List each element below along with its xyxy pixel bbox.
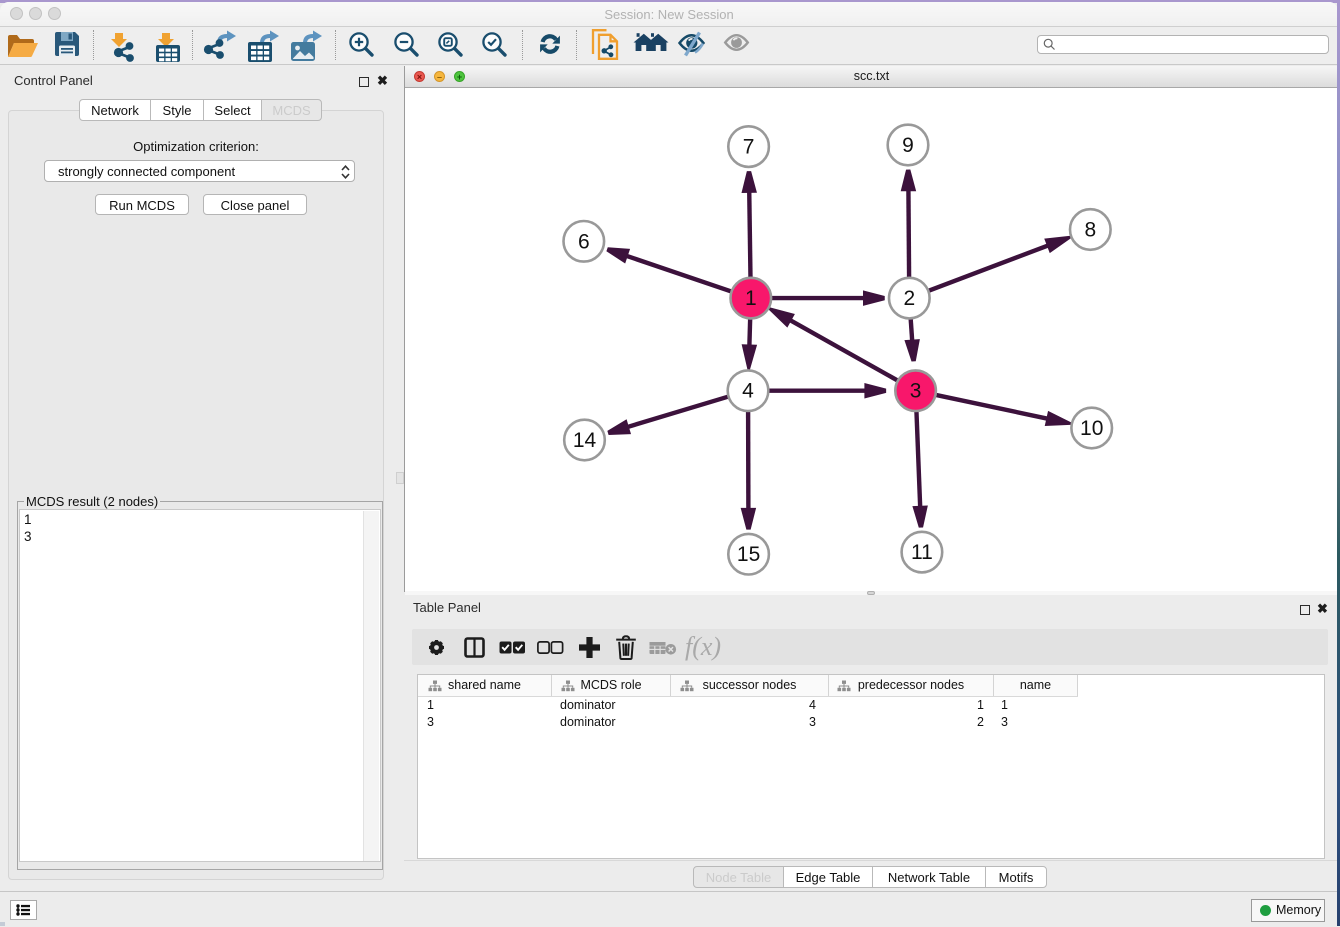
- svg-text:2: 2: [903, 287, 915, 310]
- svg-text:14: 14: [573, 429, 597, 452]
- svg-text:6: 6: [578, 230, 590, 253]
- svg-text:10: 10: [1080, 417, 1103, 440]
- svg-text:3: 3: [910, 380, 922, 403]
- svg-text:7: 7: [743, 136, 755, 159]
- svg-text:11: 11: [911, 541, 933, 564]
- svg-text:15: 15: [737, 543, 760, 566]
- svg-text:1: 1: [745, 287, 757, 310]
- svg-text:9: 9: [902, 134, 914, 157]
- svg-text:8: 8: [1084, 219, 1096, 242]
- svg-text:4: 4: [742, 380, 754, 403]
